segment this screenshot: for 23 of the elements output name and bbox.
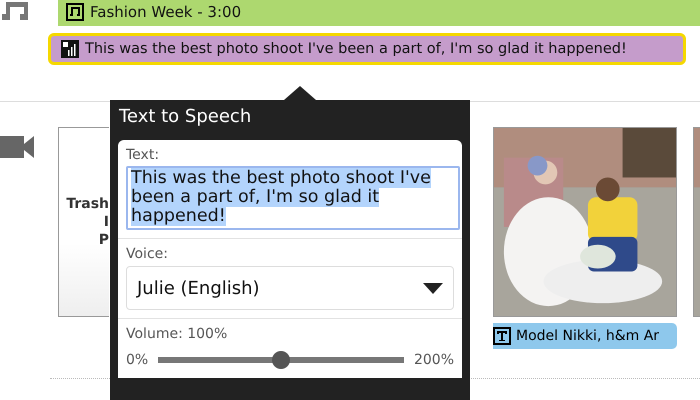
slider-thumb[interactable] — [272, 351, 290, 369]
text-clip[interactable]: This was the best photo shoot I've been a part of, I'm so glad it happened! — [48, 33, 686, 65]
slider-max-label: 200% — [414, 352, 454, 368]
text-icon — [493, 327, 511, 345]
text-label: Text: — [126, 147, 160, 163]
text-input-field[interactable]: This was the best photo shoot I've been a part of, I'm so glad it happened! — [126, 166, 460, 230]
video-camera-icon — [0, 134, 36, 160]
voice-dropdown[interactable]: Julie (English) — [126, 266, 454, 310]
caret-icon — [423, 282, 443, 294]
title-text: P — [98, 231, 109, 249]
slider-min-label: 0% — [126, 352, 148, 368]
caption-clip[interactable]: Model Nikki, h&m Ar — [493, 323, 677, 349]
title-text: Trash — [66, 195, 109, 213]
caption-text: Model Nikki, h&m Ar — [516, 328, 660, 344]
sound-level-icon — [61, 40, 79, 58]
title-card[interactable]: Trash I P — [58, 127, 109, 317]
volume-label: Volume: 100% — [126, 326, 228, 342]
audio-clip[interactable]: Fashion Week - 3:00 — [58, 0, 700, 26]
voice-label: Voice: — [126, 246, 169, 262]
clip-text: This was the best photo shoot I've been a part of, I'm so glad it happened! — [85, 41, 627, 57]
clip-title: Fashion Week - 3:00 — [90, 3, 242, 21]
title-text: I — [104, 213, 109, 231]
popover-title: Text to Speech — [118, 105, 252, 129]
